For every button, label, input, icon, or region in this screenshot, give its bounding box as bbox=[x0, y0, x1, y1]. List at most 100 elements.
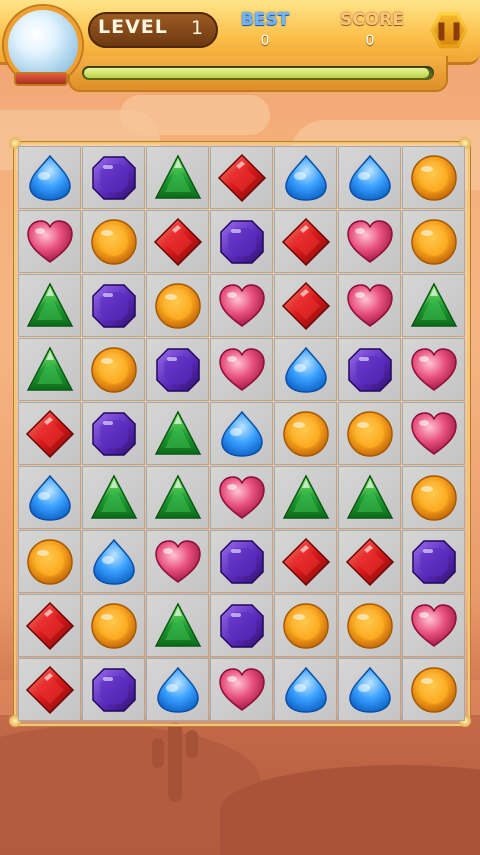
purple-octagon-icon bbox=[155, 347, 200, 392]
blue-drop-icon bbox=[28, 474, 71, 521]
pink-heart-icon bbox=[410, 411, 457, 455]
gem-cell[interactable] bbox=[274, 594, 337, 657]
pink-heart-icon bbox=[218, 283, 265, 327]
gem-cell[interactable] bbox=[274, 274, 337, 337]
green-triangle-icon bbox=[26, 345, 73, 391]
gem-cell[interactable] bbox=[274, 658, 337, 721]
gem-cell[interactable] bbox=[18, 274, 81, 337]
pink-heart-icon bbox=[346, 283, 393, 327]
gem-cell[interactable] bbox=[338, 658, 401, 721]
gem-cell[interactable] bbox=[82, 658, 145, 721]
gem-cell[interactable] bbox=[146, 402, 209, 465]
gem-cell[interactable] bbox=[338, 146, 401, 209]
gem-cell[interactable] bbox=[82, 146, 145, 209]
gem-cell[interactable] bbox=[18, 146, 81, 209]
pink-heart-icon bbox=[410, 603, 457, 647]
orange-circle-icon bbox=[90, 346, 137, 393]
gem-cell[interactable] bbox=[402, 210, 465, 273]
orange-circle-icon bbox=[410, 154, 457, 201]
green-triangle-icon bbox=[154, 601, 201, 647]
gem-cell[interactable] bbox=[210, 146, 273, 209]
gem-cell[interactable] bbox=[402, 274, 465, 337]
gem-cell[interactable] bbox=[82, 530, 145, 593]
gem-cell[interactable] bbox=[338, 594, 401, 657]
best-label: BEST bbox=[240, 10, 290, 30]
purple-octagon-icon bbox=[219, 539, 264, 584]
gem-cell[interactable] bbox=[18, 530, 81, 593]
level-progress-fill bbox=[84, 68, 429, 78]
blue-drop-icon bbox=[284, 154, 327, 201]
red-diamond-icon bbox=[345, 537, 394, 586]
gem-cell[interactable] bbox=[338, 466, 401, 529]
blue-drop-icon bbox=[284, 666, 327, 713]
orange-circle-icon bbox=[26, 538, 73, 585]
gem-cell[interactable] bbox=[210, 402, 273, 465]
gem-cell[interactable] bbox=[210, 658, 273, 721]
gem-cell[interactable] bbox=[146, 274, 209, 337]
green-triangle-icon bbox=[410, 281, 457, 327]
pink-heart-icon bbox=[154, 539, 201, 583]
blue-drop-icon bbox=[348, 666, 391, 713]
purple-octagon-icon bbox=[91, 283, 136, 328]
gem-cell[interactable] bbox=[146, 530, 209, 593]
gem-cell[interactable] bbox=[146, 658, 209, 721]
green-triangle-icon bbox=[90, 473, 137, 519]
gem-cell[interactable] bbox=[338, 210, 401, 273]
orange-circle-icon bbox=[90, 602, 137, 649]
score-label: SCORE bbox=[340, 10, 404, 30]
gem-cell[interactable] bbox=[18, 338, 81, 401]
gem-cell[interactable] bbox=[274, 146, 337, 209]
orange-circle-icon bbox=[410, 474, 457, 521]
gem-cell[interactable] bbox=[146, 146, 209, 209]
gem-cell[interactable] bbox=[210, 594, 273, 657]
blue-drop-icon bbox=[284, 346, 327, 393]
green-triangle-icon bbox=[154, 409, 201, 455]
gem-cell[interactable] bbox=[402, 146, 465, 209]
gem-cell[interactable] bbox=[18, 594, 81, 657]
gem-cell[interactable] bbox=[274, 530, 337, 593]
gem-cell[interactable] bbox=[338, 338, 401, 401]
snow-globe-base bbox=[14, 72, 68, 86]
gem-cell[interactable] bbox=[210, 274, 273, 337]
gem-cell[interactable] bbox=[210, 530, 273, 593]
gem-cell[interactable] bbox=[210, 210, 273, 273]
gem-cell[interactable] bbox=[82, 466, 145, 529]
cactus-icon bbox=[168, 722, 182, 802]
gem-cell[interactable] bbox=[146, 594, 209, 657]
gem-cell[interactable] bbox=[402, 594, 465, 657]
gem-cell[interactable] bbox=[274, 402, 337, 465]
gem-cell[interactable] bbox=[18, 466, 81, 529]
gem-cell[interactable] bbox=[274, 210, 337, 273]
gem-cell[interactable] bbox=[402, 466, 465, 529]
best-value: 0 bbox=[260, 33, 270, 49]
gem-cell[interactable] bbox=[402, 338, 465, 401]
purple-octagon-icon bbox=[91, 155, 136, 200]
gem-cell[interactable] bbox=[82, 402, 145, 465]
gem-cell[interactable] bbox=[338, 274, 401, 337]
gem-cell[interactable] bbox=[402, 530, 465, 593]
gem-cell[interactable] bbox=[82, 594, 145, 657]
gem-cell[interactable] bbox=[82, 210, 145, 273]
gem-cell[interactable] bbox=[146, 338, 209, 401]
gem-cell[interactable] bbox=[146, 210, 209, 273]
green-triangle-icon bbox=[346, 473, 393, 519]
gem-cell[interactable] bbox=[338, 530, 401, 593]
orange-circle-icon bbox=[282, 410, 329, 457]
gem-cell[interactable] bbox=[402, 402, 465, 465]
gem-cell[interactable] bbox=[274, 338, 337, 401]
gem-cell[interactable] bbox=[274, 466, 337, 529]
gem-cell[interactable] bbox=[210, 466, 273, 529]
gem-cell[interactable] bbox=[210, 338, 273, 401]
gem-cell[interactable] bbox=[82, 274, 145, 337]
gem-cell[interactable] bbox=[146, 466, 209, 529]
gem-cell[interactable] bbox=[402, 658, 465, 721]
gem-cell[interactable] bbox=[338, 402, 401, 465]
gem-cell[interactable] bbox=[18, 210, 81, 273]
gem-cell[interactable] bbox=[82, 338, 145, 401]
gem-cell[interactable] bbox=[18, 658, 81, 721]
level-label: LEVEL bbox=[98, 16, 168, 38]
gem-cell[interactable] bbox=[18, 402, 81, 465]
blue-drop-icon bbox=[156, 666, 199, 713]
blue-drop-icon bbox=[348, 154, 391, 201]
pink-heart-icon bbox=[26, 219, 73, 263]
